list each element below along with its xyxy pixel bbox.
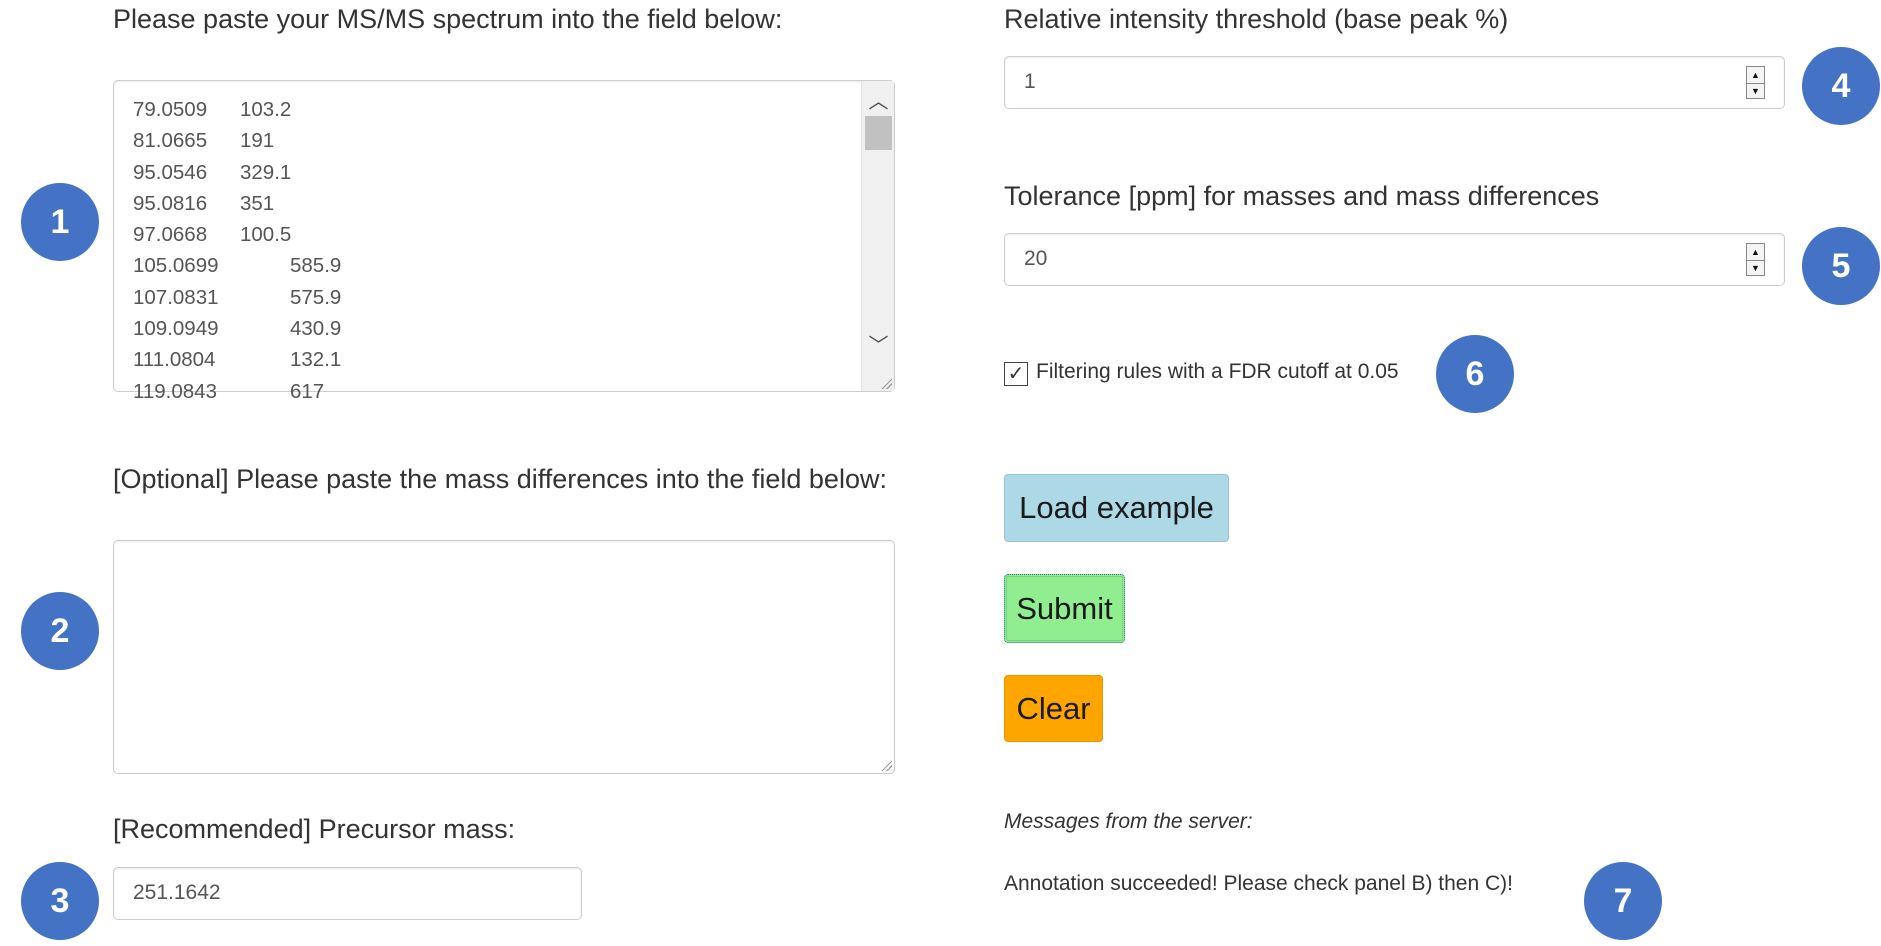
spectrum-mz: 109.0949 [133,317,219,341]
threshold-label: Relative intensity threshold (base peak … [1004,4,1509,34]
badge-4: 4 [1802,47,1880,125]
spectrum-mz: 97.0668 [133,223,208,247]
spectrum-label: Please paste your MS/MS spectrum into th… [113,4,783,34]
spectrum-intensity: 575.9 [290,285,342,309]
spectrum-mz: 111.0804 [133,348,216,372]
spectrum-mz: 81.0665 [133,129,208,153]
fdr-checkbox[interactable]: ✓ [1004,362,1028,386]
badge-3: 3 [21,862,99,940]
spectrum-mz: 107.0831 [133,285,219,309]
spectrum-row: 95.0816 351 [133,188,341,219]
spectrum-mz: 105.0699 [133,254,219,278]
tolerance-input[interactable]: 20 ▲ ▼ [1004,233,1785,286]
spectrum-textarea[interactable]: 79.0509 103.2 81.0665 191 95.0546 329.1 95.081… [113,80,895,403]
spectrum-mz: 95.0816 [133,191,208,215]
spectrum-scrollbar[interactable]: ︿ ﹀ [861,81,894,391]
spectrum-intensity: 351 [240,191,275,215]
spectrum-intensity: 132.1 [290,348,342,372]
clear-button[interactable]: Clear [1004,675,1103,742]
badge-7: 7 [1584,862,1662,940]
badge-5: 5 [1802,227,1880,305]
precursor-input[interactable]: 251.1642 [113,867,582,920]
check-mark-icon: ✓ [1007,363,1025,385]
chevron-down-icon[interactable]: ﹀ [862,329,895,358]
spectrum-intensity: 100.5 [240,223,292,247]
massdiff-textarea[interactable] [113,540,895,774]
badge-1: 1 [21,183,99,261]
spectrum-intensity: 103.2 [240,98,292,121]
spectrum-intensity: 191 [240,129,275,153]
spectrum-mz: 119.0843 [133,379,217,403]
tolerance-label: Tolerance [ppm] for masses and mass diff… [1004,181,1600,211]
triangle-down-icon[interactable]: ▼ [1747,84,1764,100]
tolerance-value: 20 [1024,247,1048,270]
spectrum-row: 79.0509 103.2 [133,94,341,125]
spectrum-intensity: 329.1 [240,160,292,184]
spectrum-intensity: 617 [290,379,325,403]
triangle-down-icon[interactable]: ▼ [1747,261,1764,277]
triangle-up-icon[interactable]: ▲ [1747,244,1764,261]
spectrum-row: 95.0546 329.1 [133,157,341,188]
scroll-thumb[interactable] [865,116,892,150]
submit-button[interactable]: Submit [1004,574,1125,643]
messages-body: Annotation succeeded! Please check panel… [1004,872,1513,895]
badge-2: 2 [21,592,99,670]
massdiff-label: [Optional] Please paste the mass differe… [113,464,887,494]
tolerance-spinner[interactable]: ▲ ▼ [1746,243,1765,276]
precursor-label: [Recommended] Precursor mass: [113,814,516,844]
threshold-spinner[interactable]: ▲ ▼ [1746,66,1765,99]
spectrum-mz: 95.0546 [133,160,208,184]
spectrum-row: 111.0804 132.1 [133,344,341,375]
spectrum-text: 79.0509 103.2 81.0665 191 95.0546 329.1 95.081… [133,94,341,407]
badge-6: 6 [1436,335,1514,413]
spectrum-intensity: 585.9 [290,254,342,278]
threshold-input[interactable]: 1 ▲ ▼ [1004,56,1785,109]
load-example-button[interactable]: Load example [1004,474,1229,542]
spectrum-row: 81.0665 191 [133,125,341,156]
spectrum-row: 105.0699 585.9 [133,250,341,281]
spectrum-intensity: 430.9 [290,317,342,341]
spectrum-row: 119.0843 617 [133,376,341,407]
spectrum-row: 107.0831 575.9 [133,282,341,313]
spectrum-row: 109.0949 430.9 [133,313,341,344]
threshold-value: 1 [1024,70,1036,93]
resize-grip-icon[interactable] [880,377,892,389]
precursor-value: 251.1642 [133,881,221,904]
spectrum-mz: 79.0509 [133,98,208,121]
spectrum-row: 97.0668 100.5 [133,219,341,250]
fdr-label: Filtering rules with a FDR cutoff at 0.0… [1036,360,1399,383]
triangle-up-icon[interactable]: ▲ [1747,67,1764,84]
chevron-up-icon[interactable]: ︿ [862,85,895,114]
resize-grip-icon[interactable] [880,759,892,771]
messages-title: Messages from the server: [1004,810,1253,833]
